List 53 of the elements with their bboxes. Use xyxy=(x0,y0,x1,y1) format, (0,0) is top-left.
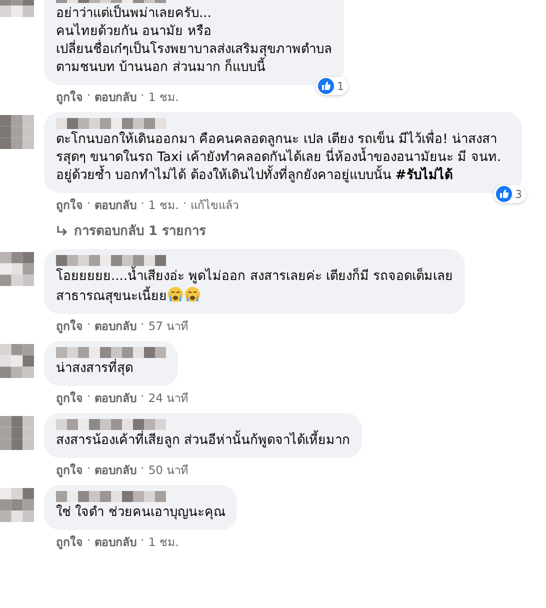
separator-dot: · xyxy=(140,461,144,477)
comment-action-link[interactable]: ถูกใจ xyxy=(56,389,83,407)
comment-action-link[interactable]: ถูกใจ xyxy=(56,461,83,479)
comment-text: ตะโกนบอกให้เดินออกมา คือคนคลอดลูกนะ เปล เตียง รถเข็น มีไว้เพื่อ! น่าสงสารสุดๆ ขนาดในรถ Taxi เค้ายังทำคลอดกันได้เลย นี่ห้องน้ำของอนามัยนะ มี จนท. อยู่ด้วยซ้ำ บอกทำไม่ได้ ต้องให้เดินไปทั้งที่ลูกยังคาอยู่แบบนั้น #รับไม่ได้ xyxy=(56,131,510,185)
separator-dot: · xyxy=(87,317,91,333)
comment-text: ใช่ ใจดำ ช่วยคนเอาบุญนะคุณ xyxy=(56,504,226,522)
crying-emoji-icon xyxy=(184,286,201,303)
separator-dot: · xyxy=(87,533,91,549)
comment-text: น่าสงสารที่สุด xyxy=(56,360,166,378)
avatar-blur xyxy=(0,251,34,287)
reaction-badge[interactable]: 1 xyxy=(316,77,348,95)
separator-dot: · xyxy=(87,196,91,212)
comment-action-link[interactable]: ตอบกลับ xyxy=(94,461,137,479)
separator-dot: · xyxy=(87,88,91,104)
separator-dot: · xyxy=(140,196,144,212)
reaction-count: 1 xyxy=(337,80,344,92)
comment-text: อย่าว่าแต่เป็นพม่าเลยครับ... คนไทยด้วยกัน อนามัย หรือ เปลี่ยนชื่อเก๋ๆเป็นโรงพยาบาลส่งเสริมสุขภาพตำบล ตามชนบท บ้านนอก ส่วนมาก ก็แบบนี้ xyxy=(56,5,332,77)
comment-meta-text: 24 นาที xyxy=(148,390,189,407)
comment-action-link[interactable]: ตอบกลับ xyxy=(94,88,137,106)
comment-action-link[interactable]: ถูกใจ xyxy=(56,533,83,551)
comment-action-link[interactable]: ตอบกลับ xyxy=(94,196,137,214)
comment-action-link[interactable]: ถูกใจ xyxy=(56,196,83,214)
avatar-blur xyxy=(0,415,34,451)
comment-meta-text: 1 ชม. xyxy=(148,89,179,106)
comment-action-link[interactable]: ตอบกลับ xyxy=(94,389,137,407)
avatar-blur xyxy=(0,114,34,150)
view-replies-link[interactable]: การตอบกลับ 1 รายการ xyxy=(44,220,540,249)
reaction-badge[interactable]: 3 xyxy=(494,185,526,203)
comment-meta-text: 50 นาที xyxy=(148,462,189,479)
comment-meta-text: 1 ชม. xyxy=(148,197,179,214)
comment-action-link[interactable]: ถูกใจ xyxy=(56,317,83,335)
separator-dot: · xyxy=(87,461,91,477)
separator-dot: · xyxy=(140,317,144,333)
separator-dot: · xyxy=(87,389,91,405)
separator-dot: · xyxy=(140,88,144,104)
crying-emoji-icon xyxy=(167,286,184,303)
comment-meta-text: 1 ชม. xyxy=(148,534,179,551)
comment-text: โอยยยยย....น้ำเสียงอ่ะ พูดไม่ออก สงสารเลยค่ะ เตียงก็มี รถจอดเต็มเลย สาธารณสุขนะเนี้ยย xyxy=(56,268,454,306)
separator-dot: · xyxy=(140,389,144,405)
like-icon xyxy=(318,78,334,94)
separator-dot: · xyxy=(140,533,144,549)
comment-text: สงสารน้องเค้าที่เสียลูก ส่วนอีห่านั้นก้พูดจาได้เหี้ยมาก xyxy=(56,432,350,450)
comment-action-link[interactable]: ตอบกลับ xyxy=(94,533,137,551)
comment-action-link[interactable]: ถูกใจ xyxy=(56,88,83,106)
comment-meta-text: 57 นาที xyxy=(148,318,189,335)
avatar-blur xyxy=(0,487,34,523)
reply-arrow-icon xyxy=(56,224,68,236)
separator-dot: · xyxy=(182,196,187,212)
avatar-blur xyxy=(0,343,34,379)
comment-action-link[interactable]: ตอบกลับ xyxy=(94,317,137,335)
like-icon xyxy=(496,186,512,202)
comment-meta-text: แก้ไขแล้ว xyxy=(190,197,239,214)
reaction-count: 3 xyxy=(515,188,522,200)
